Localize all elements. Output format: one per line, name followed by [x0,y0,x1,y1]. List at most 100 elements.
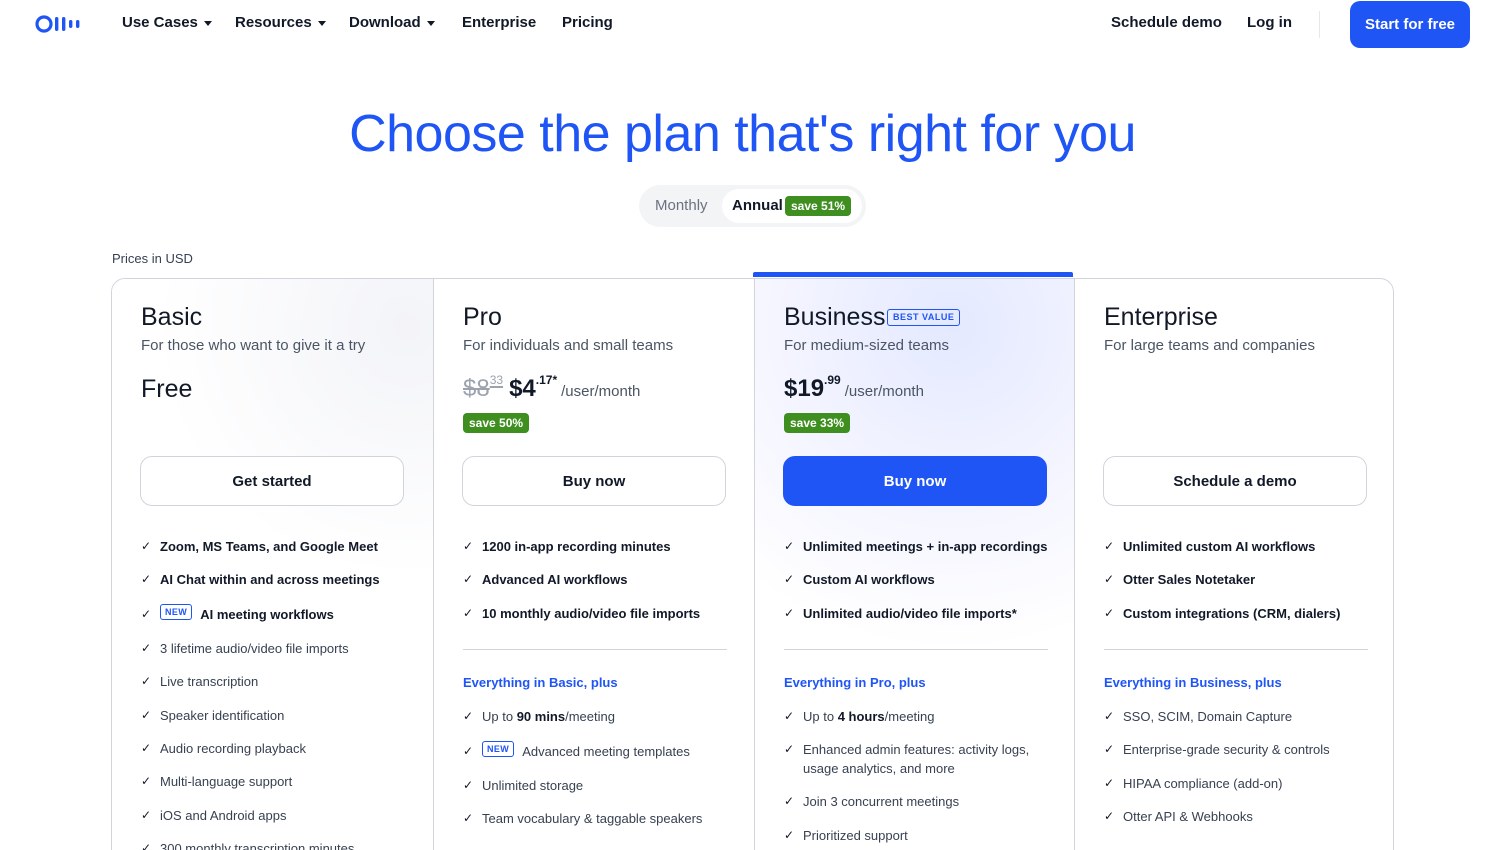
best-value-highlight-bar [753,272,1073,277]
list-item: ✓ Unlimited meetings + in-app recordings [784,537,1048,556]
list-item: ✓ 10 monthly audio/video file imports [463,604,727,623]
feature-text: Up to 4 hours/meeting [803,707,935,726]
feature-text: Multi-language support [160,774,293,789]
feature-text: AI Chat within and across meetings [160,572,380,587]
login-link[interactable]: Log in [1247,14,1292,31]
chevron-down-icon [426,21,435,26]
check-icon: ✓ [784,606,795,620]
feature-text: Enhanced admin features: activity logs, … [803,742,1030,776]
feature-text-post: /meeting [884,709,935,724]
check-icon: ✓ [463,572,474,586]
check-icon: ✓ [1104,572,1115,586]
list-item: ✓ iOS and Android apps [141,806,405,825]
original-price-dollars: $8 [463,375,490,402]
feature-text: Live transcription [160,674,259,689]
check-icon: ✓ [463,539,474,553]
plan-card-basic: Basic For those who want to give it a tr… [112,279,433,850]
get-started-button[interactable]: Get started [140,456,404,506]
nav-resources-label: Resources [235,14,312,31]
plan-price: Free [141,375,193,403]
check-icon: ✓ [1104,742,1115,756]
nav-enterprise[interactable]: Enterprise [462,14,536,31]
check-icon: ✓ [463,744,474,758]
feature-text: Prioritized support [803,828,908,843]
check-icon: ✓ [1104,539,1115,553]
list-item: ✓ 300 monthly transcription minutes [141,839,405,850]
discounted-price-cents: .99 [824,373,841,387]
billing-monthly-option[interactable]: Monthly [655,197,708,214]
nav-use-cases[interactable]: Use Cases [122,14,212,31]
otter-logo-icon[interactable] [35,14,89,34]
check-icon: ✓ [1104,606,1115,620]
top-navigation: Use Cases Resources Download Enterprise … [0,0,1485,48]
feature-text-bold: 90 mins [516,709,566,724]
nav-use-cases-label: Use Cases [122,14,198,31]
plan-card-business: Business BEST VALUE For medium-sized tea… [754,279,1075,850]
nav-resources[interactable]: Resources [235,14,326,31]
check-icon: ✓ [463,709,474,723]
feature-text: iOS and Android apps [160,808,287,823]
list-item: ✓ Multi-language support [141,772,405,791]
plan-name: Enterprise [1104,303,1218,331]
schedule-demo-link[interactable]: Schedule demo [1111,14,1222,31]
discounted-price: $19.99 [784,373,841,403]
feature-text: Custom integrations (CRM, dialers) [1123,606,1341,621]
original-price-cents: 33 [489,373,504,387]
feature-text: Otter API & Webhooks [1123,809,1253,824]
list-item: ✓ Unlimited storage [463,776,727,795]
chevron-down-icon [203,21,212,26]
check-icon: ✓ [141,674,152,688]
feature-text: Unlimited audio/video file imports* [803,606,1017,621]
save-badge: save 33% [784,413,851,433]
schedule-a-demo-button[interactable]: Schedule a demo [1103,456,1367,506]
billing-annual-option[interactable]: Annual save 51% [722,189,862,223]
nav-pricing-label: Pricing [562,14,613,31]
nav-download-label: Download [349,14,421,31]
feature-text: Advanced meeting templates [522,744,690,759]
check-icon: ✓ [463,606,474,620]
best-value-badge: BEST VALUE [887,309,961,326]
discounted-price-cents: .17* [535,373,558,387]
list-item: ✓ Up to 90 mins/meeting [463,707,727,726]
list-item: ✓ Advanced AI workflows [463,570,727,589]
currency-note: Prices in USD [112,251,193,266]
feature-text: Unlimited custom AI workflows [1123,539,1316,554]
billing-annual-label: Annual [732,197,783,214]
nav-pricing[interactable]: Pricing [562,14,613,31]
feature-text: Speaker identification [160,708,285,723]
buy-now-button[interactable]: Buy now [462,456,726,506]
list-item: ✓ Prioritized support [784,826,1048,845]
nav-download[interactable]: Download [349,14,435,31]
feature-text: Unlimited storage [482,778,584,793]
list-item: ✓ Live transcription [141,672,405,691]
start-for-free-button[interactable]: Start for free [1350,1,1470,48]
list-item: ✓ Unlimited custom AI workflows [1104,537,1368,556]
plus-label: Everything in Business, plus [1104,675,1282,690]
list-item: ✓ Team vocabulary & taggable speakers [463,809,727,828]
plan-description: For large teams and companies [1104,337,1315,354]
feature-text-post: /meeting [565,709,615,724]
buy-now-button[interactable]: Buy now [783,456,1047,506]
list-item: ✓ NEW AI meeting workflows [141,604,405,624]
discounted-price-dollars: $4 [509,375,536,402]
list-item: ✓ Unlimited audio/video file imports* [784,604,1048,623]
list-item: ✓ 1200 in-app recording minutes [463,537,727,556]
feature-text: HIPAA compliance (add-on) [1123,776,1283,791]
feature-text: Join 3 concurrent meetings [803,794,960,809]
check-icon: ✓ [784,539,795,553]
nav-enterprise-label: Enterprise [462,14,537,31]
feature-divider [463,649,727,650]
list-item: ✓ HIPAA compliance (add-on) [1104,774,1368,793]
check-icon: ✓ [141,774,152,788]
feature-text: 1200 in-app recording minutes [482,539,671,554]
page-title: Choose the plan that's right for you [349,105,1136,163]
feature-text: Enterprise-grade security & controls [1123,742,1330,757]
billing-toggle: Monthly Annual save 51% [639,185,866,227]
list-item: ✓ Up to 4 hours/meeting [784,707,1048,726]
plan-description: For medium-sized teams [784,337,950,354]
list-item: ✓ SSO, SCIM, Domain Capture [1104,707,1368,726]
plus-label: Everything in Pro, plus [784,675,926,690]
check-icon: ✓ [784,742,795,756]
save-badge: save 50% [463,413,530,433]
check-icon: ✓ [141,708,152,722]
